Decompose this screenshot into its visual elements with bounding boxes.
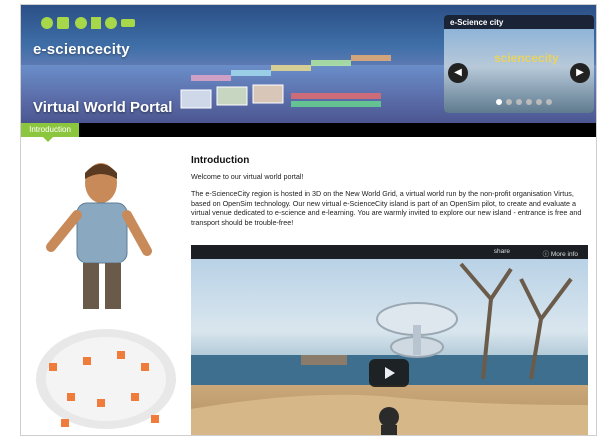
- main-navigation: Introduction: [21, 123, 596, 142]
- welcome-text: Welcome to our virtual world portal!: [191, 172, 304, 181]
- play-icon[interactable]: [369, 359, 409, 387]
- slider-dot[interactable]: [536, 99, 542, 105]
- video-topbar: share ⓘ More info: [191, 245, 588, 259]
- introduction-section: Introduction Welcome to our virtual worl…: [191, 155, 586, 235]
- more-info-label: More info: [550, 251, 578, 258]
- portal-title: Virtual World Portal: [33, 99, 173, 116]
- slider-dot[interactable]: [546, 99, 552, 105]
- slider-dots: [496, 99, 552, 105]
- page-frame: e-sciencecity Virtual World Portal e-Sci…: [20, 4, 597, 436]
- header-banner: e-sciencecity Virtual World Portal e-Sci…: [21, 5, 596, 123]
- slider-caption: e-Science city: [450, 18, 504, 27]
- slider-dot[interactable]: [516, 99, 522, 105]
- image-slider[interactable]: e-Science city sciencecity ◀ ▶: [444, 15, 594, 113]
- banner-stairs-illustration: [180, 55, 391, 109]
- intro-paragraph: The e-ScienceCity region is hosted in 3D…: [191, 189, 582, 227]
- page-title: Introduction: [191, 155, 250, 166]
- chevron-left-icon[interactable]: ◀: [448, 63, 468, 83]
- slider-dot[interactable]: [526, 99, 532, 105]
- avatar-illustration: [46, 163, 152, 309]
- slider-overlay-text: sciencecity: [494, 51, 559, 65]
- video-player[interactable]: share ⓘ More info: [191, 245, 588, 435]
- slider-dot[interactable]: [496, 99, 502, 105]
- info-icon: ⓘ: [542, 251, 550, 258]
- slider-dot[interactable]: [506, 99, 512, 105]
- island-map-illustration: [36, 329, 176, 429]
- chevron-right-icon[interactable]: ▶: [570, 63, 590, 83]
- share-button[interactable]: share: [494, 248, 510, 255]
- more-info-button[interactable]: ⓘ More info: [543, 248, 578, 258]
- logo-text: e-sciencecity: [33, 41, 130, 58]
- tab-introduction[interactable]: Introduction: [21, 123, 79, 142]
- video-scene-illustration: [191, 262, 588, 435]
